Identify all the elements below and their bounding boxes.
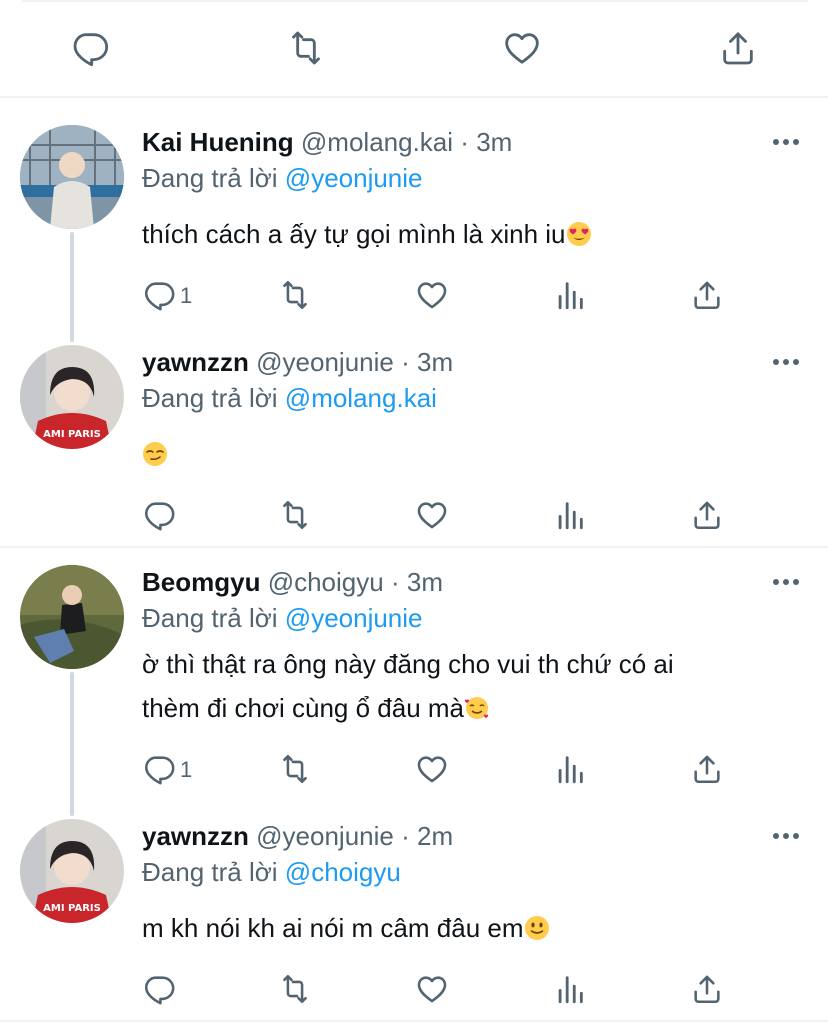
tweet-header: Beomgyu @choigyu · 3m <box>142 566 443 598</box>
more-icon[interactable] <box>772 578 800 586</box>
tweet-text-content: thích cách a ấy tự gọi mình là xinh iu <box>142 219 566 249</box>
more-icon[interactable] <box>772 832 800 840</box>
timestamp[interactable]: 3m <box>417 347 453 377</box>
timestamp[interactable]: 2m <box>417 821 453 851</box>
display-name[interactable]: Beomgyu <box>142 567 260 597</box>
analytics-icon[interactable] <box>553 498 587 532</box>
slight-smile-emoji-icon <box>524 916 549 940</box>
share-icon[interactable] <box>690 752 724 786</box>
separator-dot: · <box>390 567 400 597</box>
tweet-header: yawnzzn @yeonjunie · 3m <box>142 346 453 378</box>
separator-dot: · <box>401 821 410 851</box>
mention-link[interactable]: @molang.kai <box>285 383 437 413</box>
replying-to: Đang trả lời @yeonjunie <box>142 602 423 634</box>
thread-line <box>70 672 74 816</box>
share-icon[interactable] <box>690 972 724 1006</box>
heart-eyes-emoji-icon <box>566 222 591 246</box>
mention-link[interactable]: @yeonjunie <box>285 163 423 193</box>
replying-label: Đang trả lời <box>142 857 278 887</box>
user-handle[interactable]: @yeonjunie <box>256 347 394 377</box>
tweet-text <box>142 432 782 476</box>
avatar[interactable]: AMI PARIS <box>20 819 124 923</box>
like-icon[interactable] <box>415 752 449 786</box>
timestamp[interactable]: 3m <box>407 567 443 597</box>
replying-to: Đang trả lời @choigyu <box>142 856 401 888</box>
replying-to: Đang trả lời @yeonjunie <box>142 162 423 194</box>
avatar[interactable] <box>20 565 124 669</box>
like-icon[interactable] <box>415 972 449 1006</box>
tweet-text-content: m kh nói kh ai nói m câm đâu em <box>142 913 524 943</box>
reply-icon[interactable] <box>142 972 176 1006</box>
replying-label: Đang trả lời <box>142 383 278 413</box>
avatar[interactable]: AMI PARIS <box>20 345 124 449</box>
section-divider <box>0 546 828 548</box>
reply-icon[interactable] <box>70 28 110 68</box>
analytics-icon[interactable] <box>553 752 587 786</box>
tweet-text-line: thèm đi chơi cùng ổ đâu mà <box>142 693 465 723</box>
user-handle[interactable]: @molang.kai <box>301 127 453 157</box>
retweet-icon[interactable] <box>278 752 312 786</box>
reply-count: 1 <box>180 283 193 308</box>
reply-icon[interactable] <box>142 752 176 786</box>
reply-icon[interactable] <box>142 278 176 312</box>
replying-to: Đang trả lời @molang.kai <box>142 382 437 414</box>
like-icon[interactable] <box>415 278 449 312</box>
replying-label: Đang trả lời <box>142 603 278 633</box>
analytics-icon[interactable] <box>553 278 587 312</box>
user-handle[interactable]: @choigyu <box>268 567 384 597</box>
section-divider <box>0 96 828 98</box>
tweet-header: Kai Huening @molang.kai · 3m <box>142 126 512 158</box>
svg-text:AMI PARIS: AMI PARIS <box>43 429 101 440</box>
replying-label: Đang trả lời <box>142 163 278 193</box>
top-divider <box>22 0 808 2</box>
smirk-emoji-icon <box>143 442 167 466</box>
tweet-text-line: ờ thì thật ra ông này đăng cho vui th ch… <box>142 649 674 679</box>
share-icon[interactable] <box>718 28 758 68</box>
retweet-icon[interactable] <box>286 28 326 68</box>
share-icon[interactable] <box>690 278 724 312</box>
mention-link[interactable]: @yeonjunie <box>285 603 423 633</box>
display-name[interactable]: yawnzzn <box>142 347 249 377</box>
separator-dot: · <box>401 347 410 377</box>
share-icon[interactable] <box>690 498 724 532</box>
avatar[interactable] <box>20 125 124 229</box>
user-handle[interactable]: @yeonjunie <box>256 821 394 851</box>
display-name[interactable]: Kai Huening <box>142 127 294 157</box>
retweet-icon[interactable] <box>278 278 312 312</box>
reply-count: 1 <box>180 757 193 782</box>
tweet-text: thích cách a ấy tự gọi mình là xinh iu <box>142 212 782 256</box>
bottom-divider <box>0 1020 828 1022</box>
svg-text:AMI PARIS: AMI PARIS <box>43 903 101 914</box>
tweet-text: m kh nói kh ai nói m câm đâu em <box>142 906 782 950</box>
timestamp[interactable]: 3m <box>476 127 512 157</box>
tweet-text: ờ thì thật ra ông này đăng cho vui th ch… <box>142 642 782 730</box>
tweet-header: yawnzzn @yeonjunie · 2m <box>142 820 453 852</box>
like-icon[interactable] <box>415 498 449 532</box>
more-icon[interactable] <box>772 138 800 146</box>
more-icon[interactable] <box>772 358 800 366</box>
separator-dot: · <box>460 127 469 157</box>
retweet-icon[interactable] <box>278 498 312 532</box>
like-icon[interactable] <box>502 28 542 68</box>
reply-icon[interactable] <box>142 498 176 532</box>
display-name[interactable]: yawnzzn <box>142 821 249 851</box>
retweet-icon[interactable] <box>278 972 312 1006</box>
tweet-text-line-emoji: thèm đi chơi cùng ổ đâu mà <box>142 686 782 730</box>
analytics-icon[interactable] <box>553 972 587 1006</box>
mention-link[interactable]: @choigyu <box>285 857 401 887</box>
thread-line <box>70 232 74 342</box>
smiling-hearts-emoji-icon <box>464 697 489 719</box>
